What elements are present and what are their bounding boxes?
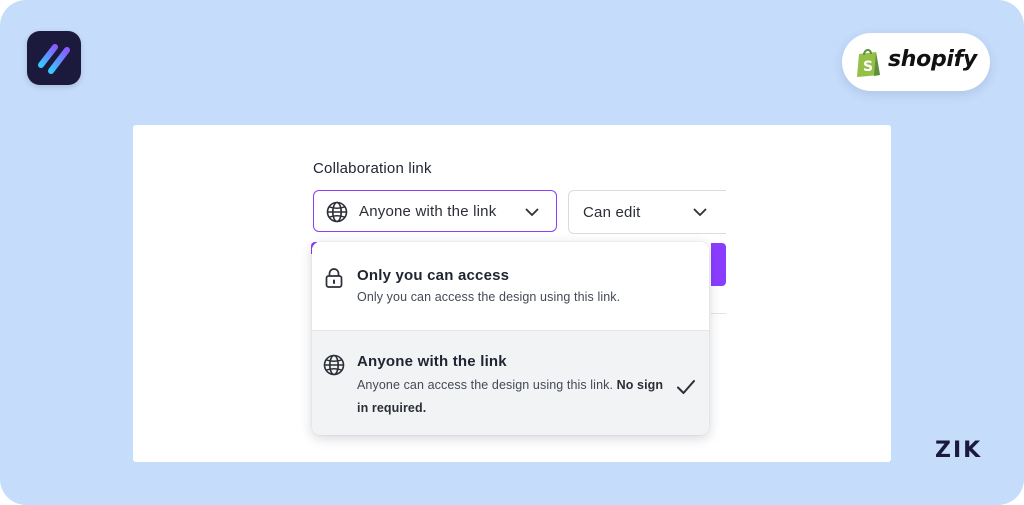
option-description: Only you can access the design using thi… xyxy=(357,290,621,304)
access-dropdown-menu: Only you can access Only you can access … xyxy=(312,242,709,435)
shopify-bag-icon: S xyxy=(857,49,880,77)
zik-logo: ZIK xyxy=(935,438,983,463)
collaboration-link-title: Collaboration link xyxy=(313,160,432,177)
copy-link-button[interactable] xyxy=(711,243,726,286)
access-select[interactable]: Anyone with the link xyxy=(313,190,557,232)
globe-icon xyxy=(326,201,348,223)
chevron-down-icon xyxy=(693,208,707,216)
globe-icon xyxy=(323,354,345,376)
app-logo xyxy=(27,31,81,85)
svg-text:S: S xyxy=(863,59,873,75)
checkmark-icon xyxy=(677,380,695,394)
option-only-you[interactable]: Only you can access Only you can access … xyxy=(312,242,709,330)
option-description: Anyone can access the design using this … xyxy=(357,374,669,420)
divider xyxy=(711,313,726,314)
share-panel: Collaboration link Anyone with the link … xyxy=(133,125,891,462)
permission-select-value: Can edit xyxy=(583,204,641,221)
shopify-logo: S shopify xyxy=(842,33,990,91)
promo-frame: S shopify Collaboration link Anyone with… xyxy=(0,0,1024,505)
option-description-text: Anyone can access the design using this … xyxy=(357,378,614,392)
lock-icon xyxy=(325,268,343,288)
permission-select[interactable]: Can edit xyxy=(568,190,726,234)
option-title: Anyone with the link xyxy=(357,353,507,370)
shopify-wordmark: shopify xyxy=(888,47,977,72)
slash-stripes-logo-icon xyxy=(38,44,70,74)
option-anyone-with-link[interactable]: Anyone with the link Anyone can access t… xyxy=(312,330,709,435)
option-title: Only you can access xyxy=(357,267,510,284)
chevron-down-icon xyxy=(525,208,539,216)
access-select-value: Anyone with the link xyxy=(359,203,497,220)
